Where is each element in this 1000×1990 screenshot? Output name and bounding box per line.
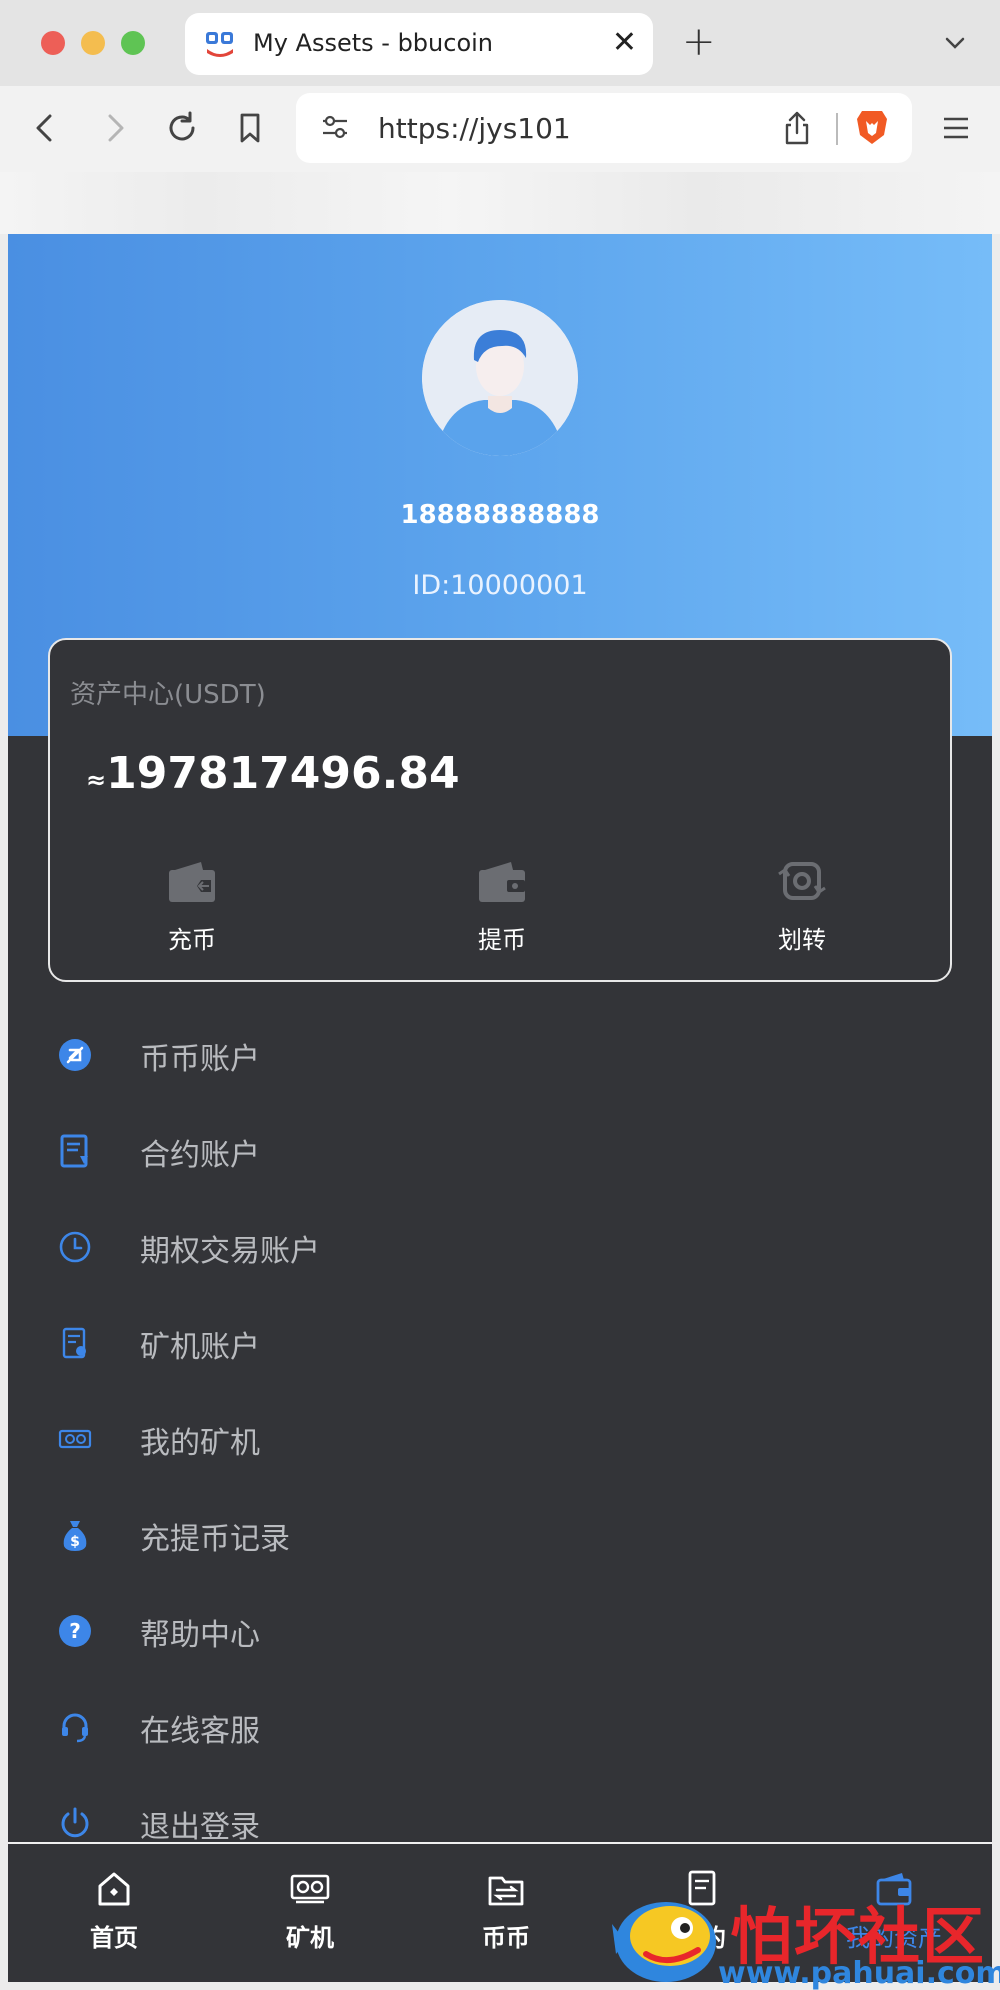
browser-tab[interactable]: My Assets - bbucoin ✕ [185, 13, 653, 75]
browser-toolbar: https://jys101 [0, 86, 1000, 172]
headset-icon [62, 1713, 88, 1743]
minimize-window-button[interactable] [81, 31, 105, 55]
menu-item-online-support[interactable]: 在线客服 [8, 1682, 992, 1778]
account-menu: 币币账户 合约账户 期权交易账户 矿机账户 我的矿机 $ 充提币记录 ? 帮助中… [8, 1010, 992, 1874]
menu-item-deposit-records[interactable]: $ 充提币记录 [8, 1490, 992, 1586]
menu-item-miner-account[interactable]: 矿机账户 [8, 1298, 992, 1394]
watermark: 怕坏社区 www.pahuai.com [606, 1884, 1000, 1990]
browser-tab-bar: My Assets - bbucoin ✕ + [0, 0, 1000, 86]
menu-item-contract-account[interactable]: 合约账户 [8, 1106, 992, 1202]
balance-amount: 197817496.84 [106, 748, 460, 799]
share-icon[interactable] [780, 109, 814, 147]
menu-label: 合约账户 [140, 1138, 260, 1173]
nav-miner[interactable]: 矿机 [250, 1870, 370, 1970]
account-phone: 18888888888 [400, 500, 600, 530]
menu-label: 币币账户 [140, 1042, 260, 1077]
deposit-label: 充币 [168, 926, 216, 954]
menu-label: 在线客服 [140, 1714, 260, 1749]
asset-center-card: 资产中心(USDT) ≈197817496.84 充币 提币 划转 [48, 638, 952, 982]
reload-icon[interactable] [162, 108, 202, 148]
menu-label: 矿机账户 [140, 1330, 260, 1365]
address-bar[interactable]: https://jys101 [296, 93, 912, 163]
transfer-label: 划转 [778, 926, 826, 954]
menu-label: 退出登录 [140, 1810, 260, 1845]
home-icon [98, 1872, 130, 1906]
withdraw-button[interactable]: 提币 [422, 860, 582, 960]
miner-icon [290, 1874, 330, 1904]
menu-label: 帮助中心 [140, 1618, 260, 1653]
contract-account-icon [60, 1134, 88, 1168]
brave-shield-icon[interactable] [854, 107, 890, 147]
nav-home[interactable]: 首页 [54, 1870, 174, 1970]
menu-item-spot-account[interactable]: 币币账户 [8, 1010, 992, 1106]
nav-label: 首页 [90, 1924, 138, 1952]
withdraw-label: 提币 [478, 926, 526, 954]
approx-symbol: ≈ [86, 766, 107, 794]
zoom-window-button[interactable] [121, 31, 145, 55]
clock-icon [59, 1231, 91, 1263]
total-balance: ≈197817496.84 [86, 748, 460, 799]
menu-label: 期权交易账户 [140, 1234, 320, 1269]
wallet-withdraw-icon [479, 862, 525, 902]
menu-item-my-miners[interactable]: 我的矿机 [8, 1394, 992, 1490]
nav-label: 币币 [482, 1924, 530, 1952]
exchange-icon [488, 1876, 524, 1906]
menu-item-options-account[interactable]: 期权交易账户 [8, 1202, 992, 1298]
forward-icon[interactable] [94, 108, 134, 148]
gpu-miner-icon [58, 1429, 92, 1449]
coin-account-icon [59, 1039, 91, 1071]
blurred-banner [0, 172, 1000, 234]
money-bag-icon: $ [63, 1521, 87, 1551]
new-tab-icon[interactable]: + [682, 20, 716, 64]
tab-close-icon[interactable]: ✕ [612, 25, 637, 61]
watermark-url: www.pahuai.com [718, 1956, 1000, 1990]
chevron-down-icon[interactable] [940, 28, 970, 58]
nav-spot[interactable]: 币币 [446, 1870, 566, 1970]
back-icon[interactable] [26, 108, 66, 148]
wallet-deposit-icon [169, 862, 215, 902]
transfer-icon [778, 862, 826, 900]
account-id: ID:10000001 [412, 570, 588, 601]
bookmark-icon[interactable] [230, 108, 270, 148]
menu-label: 我的矿机 [140, 1426, 260, 1461]
tab-title: My Assets - bbucoin [253, 29, 493, 57]
deposit-button[interactable]: 充币 [112, 860, 272, 960]
menu-label: 充提币记录 [140, 1522, 290, 1557]
power-icon [61, 1807, 89, 1838]
svg-text:?: ? [69, 1619, 81, 1643]
url-text[interactable]: https://jys101 [378, 112, 571, 145]
help-icon: ? [59, 1615, 91, 1647]
svg-text:$: $ [70, 1534, 80, 1550]
site-favicon-icon [206, 32, 233, 57]
asset-center-title: 资产中心(USDT) [70, 680, 266, 710]
site-settings-icon[interactable] [318, 110, 352, 144]
miner-account-icon [62, 1327, 86, 1359]
nav-label: 矿机 [286, 1924, 334, 1952]
close-window-button[interactable] [41, 31, 65, 55]
user-avatar-icon [422, 300, 578, 456]
menu-item-help-center[interactable]: ? 帮助中心 [8, 1586, 992, 1682]
transfer-button[interactable]: 划转 [722, 860, 882, 960]
menu-icon[interactable] [936, 108, 976, 148]
assets-page: 18888888888 ID:10000001 资产中心(USDT) ≈1978… [8, 234, 992, 1982]
watermark-mascot-icon [612, 1902, 716, 1982]
url-separator [836, 113, 838, 145]
avatar[interactable] [422, 300, 578, 456]
